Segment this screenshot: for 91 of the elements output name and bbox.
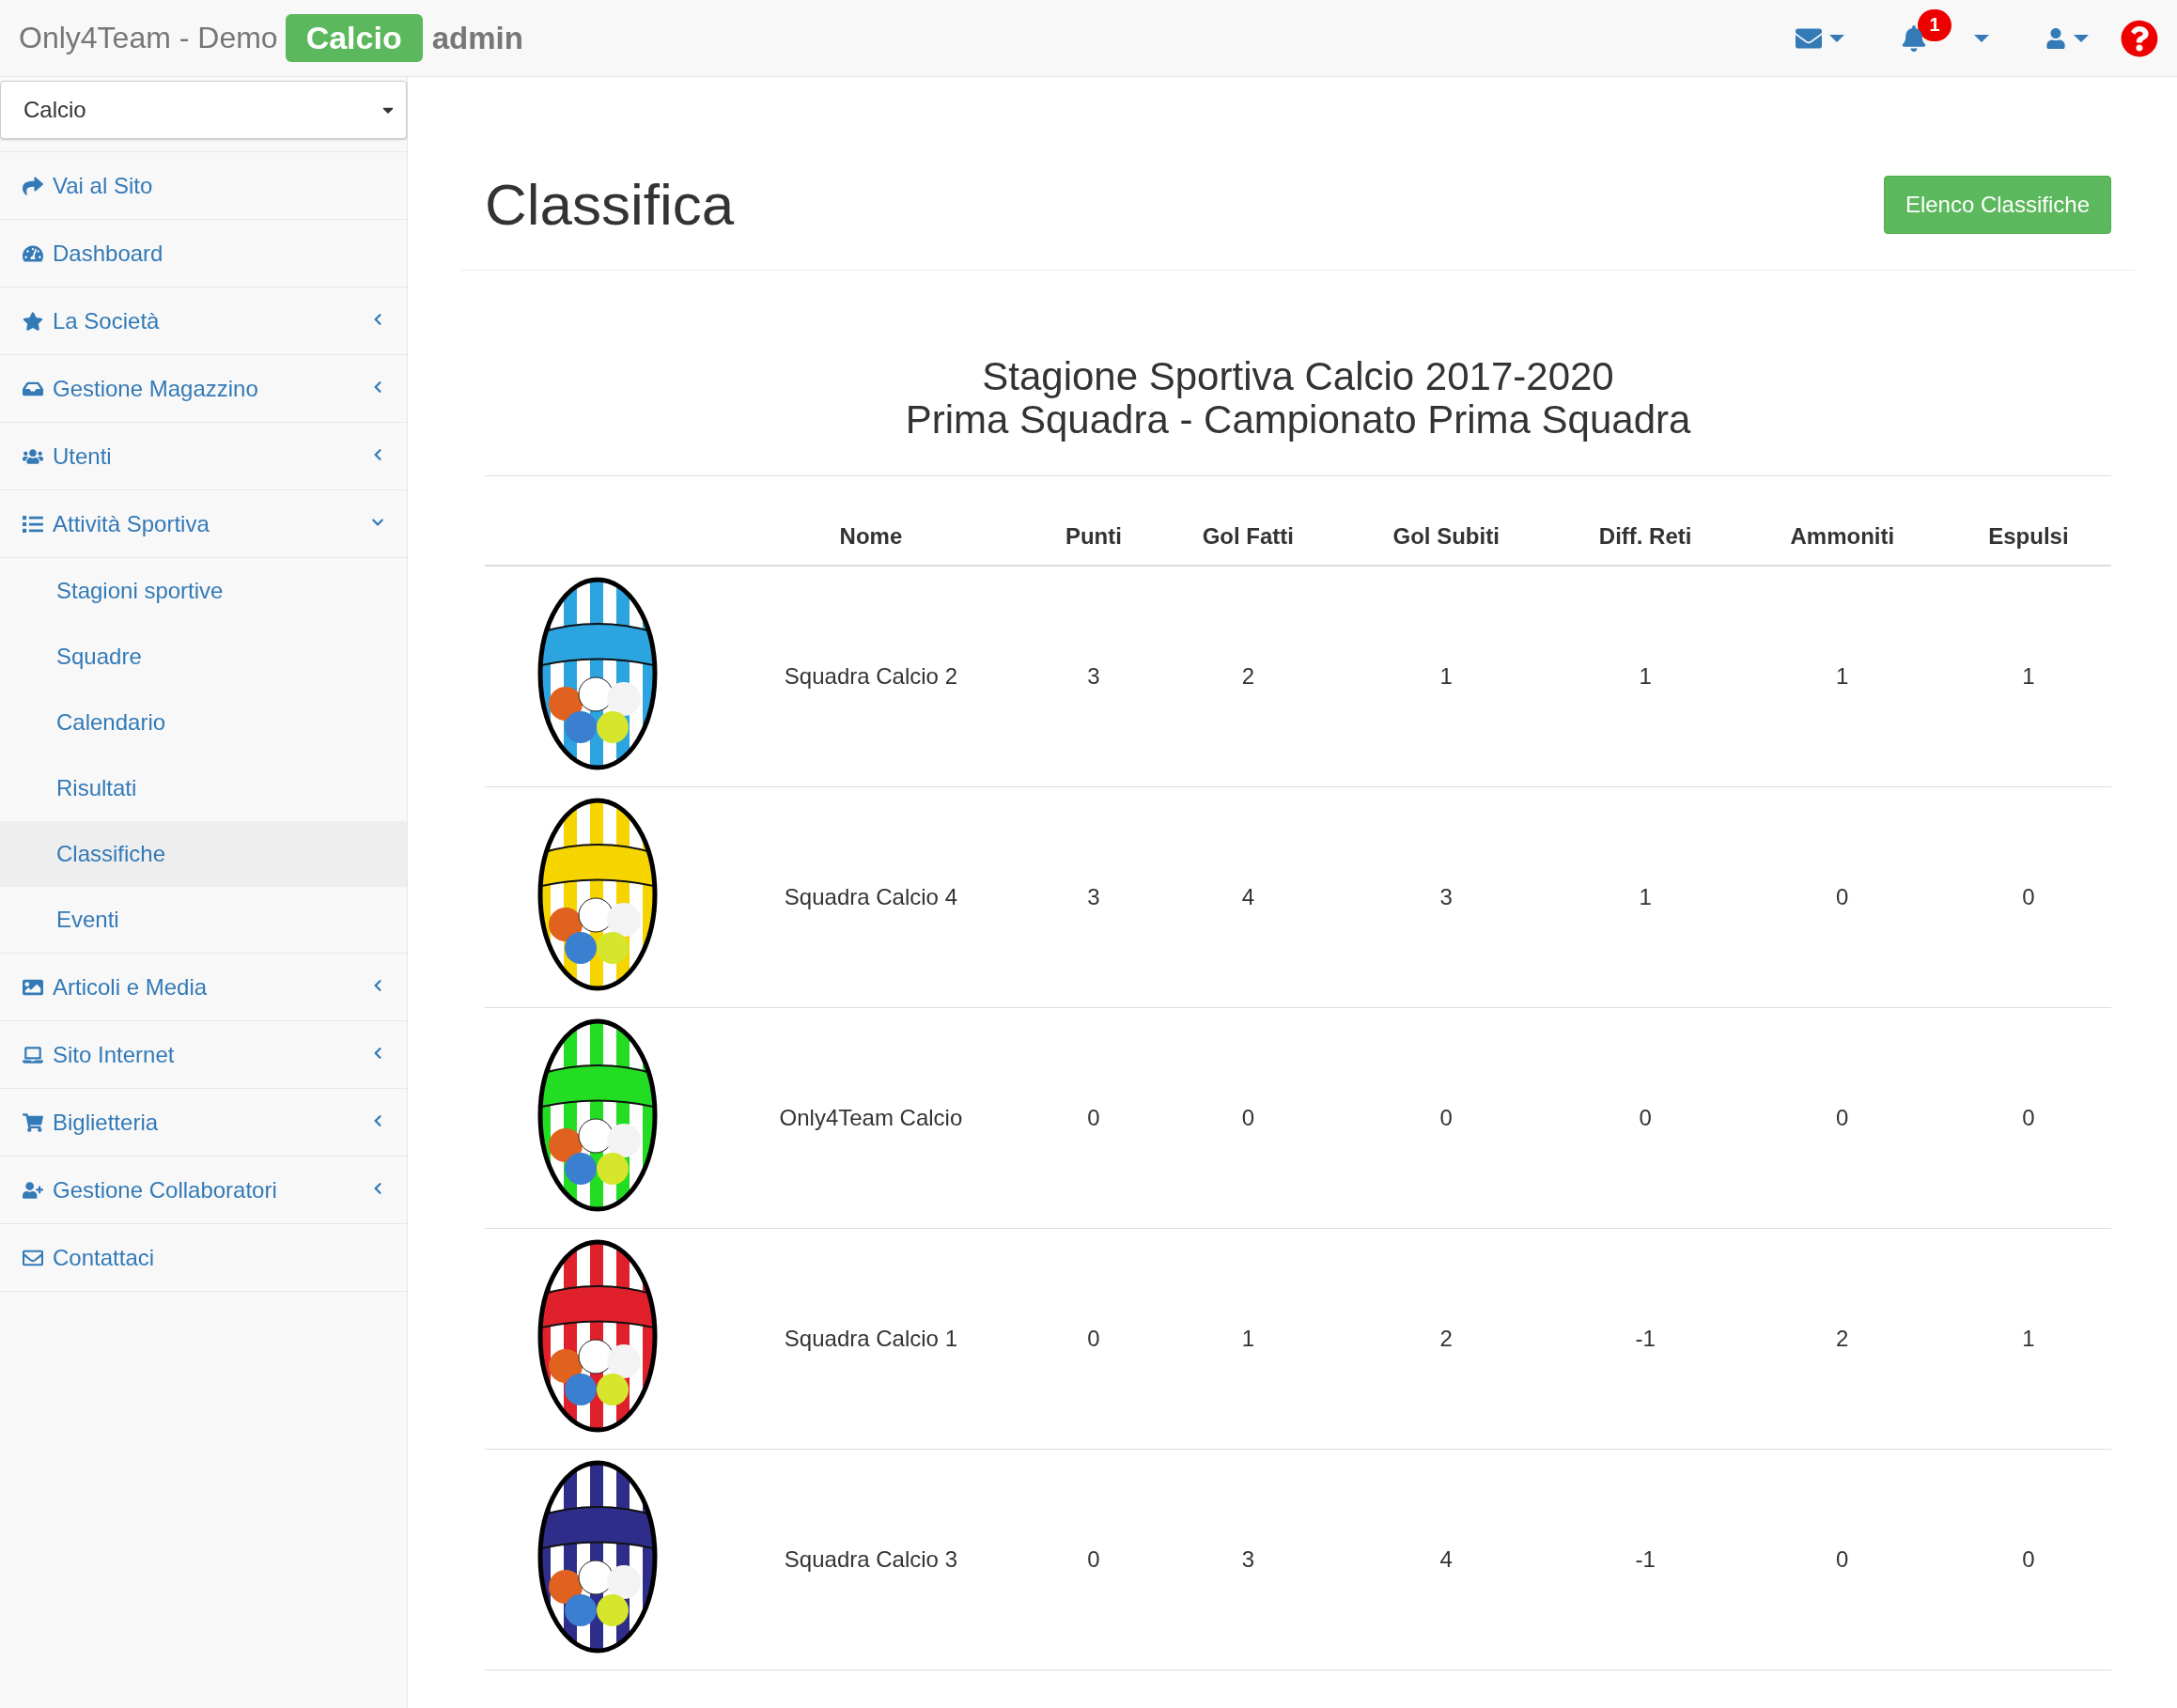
table-cell: 0 (1031, 1449, 1156, 1669)
column-header: Gol Subiti (1340, 475, 1552, 566)
table-cell: 0 (1551, 1007, 1739, 1228)
table-cell: 0 (1340, 1007, 1552, 1228)
table-cell: 0 (1945, 1449, 2111, 1669)
table-cell: -1 (1551, 1449, 1739, 1669)
sidebar-item[interactable]: Gestione Magazzino (0, 355, 407, 423)
table-cell: 3 (1031, 786, 1156, 1007)
sidebar-item[interactable]: Contattaci (0, 1224, 407, 1292)
table-cell: 4 (1155, 786, 1341, 1007)
caret-icon (2074, 34, 2089, 42)
table-cell: Squadra Calcio 4 (710, 786, 1032, 1007)
column-header: Gol Fatti (1155, 475, 1341, 566)
table-cell: 0 (1031, 1007, 1156, 1228)
table-cell: 1 (1340, 566, 1552, 786)
table-cell: 2 (1155, 566, 1341, 786)
share-arrow-icon (23, 175, 43, 196)
table-cell: 1 (1551, 786, 1739, 1007)
table-cell: 2 (1738, 1228, 1946, 1449)
table-cell: Only4Team Calcio (710, 1007, 1032, 1228)
menu-label: Dashboard (53, 240, 163, 267)
sidebar-item[interactable]: Attività Sportiva (0, 490, 407, 558)
menu-label: Attività Sportiva (53, 510, 210, 537)
page-title: Classifica (485, 171, 735, 238)
submenu-item[interactable]: Classifiche (0, 821, 407, 887)
submenu-item[interactable]: Eventi (0, 887, 407, 953)
sidebar-item[interactable]: Utenti (0, 423, 407, 490)
submenu-item[interactable]: Risultati (0, 755, 407, 821)
table-cell: 0 (1738, 786, 1946, 1007)
section-badge: Calcio (285, 14, 423, 62)
menu-label: Articoli e Media (53, 973, 208, 1001)
user-name: admin (431, 20, 523, 56)
user-icon (2045, 27, 2066, 49)
menu-label: Vai al Sito (53, 172, 153, 199)
table-cell: 3 (1031, 566, 1156, 786)
laptop-icon (23, 1044, 43, 1065)
table-cell: 0 (1738, 1449, 1946, 1669)
help-icon[interactable] (2121, 19, 2158, 57)
sidebar-item[interactable]: Dashboard (0, 220, 407, 287)
table-cell: 0 (1945, 786, 2111, 1007)
table-cell: 0 (1155, 1007, 1341, 1228)
column-header: Ammoniti (1738, 475, 1946, 566)
column-header: Diff. Reti (1551, 475, 1739, 566)
sidebar-item[interactable]: Biglietteria (0, 1089, 407, 1157)
table-cell: 1 (1155, 1228, 1341, 1449)
list-icon (23, 513, 43, 535)
user-plus-icon (23, 1179, 43, 1201)
column-header: Espulsi (1945, 475, 2111, 566)
table-cell: 0 (1031, 1228, 1156, 1449)
sidebar-item[interactable]: Gestione Collaboratori (0, 1157, 407, 1224)
sidebar-item[interactable]: Articoli e Media (0, 954, 407, 1021)
table-cell: -1 (1551, 1228, 1739, 1449)
menu-label: Biglietteria (53, 1109, 159, 1136)
submenu-item[interactable]: Calendario (0, 690, 407, 755)
sidebar-item[interactable]: Sito Internet (0, 1021, 407, 1089)
brand-name[interactable]: Only4Team - Demo (19, 21, 278, 55)
sport-select[interactable]: Calcio (0, 81, 407, 139)
bell-icon (1901, 24, 1927, 52)
sidebar-item[interactable]: Vai al Sito (0, 152, 407, 220)
table-cell: 4 (1340, 1449, 1552, 1669)
menu-label: Gestione Collaboratori (53, 1176, 277, 1203)
column-header: Punti (1031, 475, 1156, 566)
table-cell: 1 (1738, 566, 1946, 786)
standings-list-button[interactable]: Elenco Classifiche (1883, 175, 2111, 234)
table-cell: 1 (1945, 566, 2111, 786)
star-icon (23, 310, 43, 332)
menu-label: Utenti (53, 443, 112, 470)
table-cell: Squadra Calcio 1 (710, 1228, 1032, 1449)
table-cell: Squadra Calcio 3 (710, 1449, 1032, 1669)
table-cell: 1 (1551, 566, 1739, 786)
table-cell: Squadra Calcio 2 (710, 566, 1032, 786)
menu-label: Sito Internet (53, 1041, 175, 1068)
table-cell: 0 (1945, 1007, 2111, 1228)
table-cell: 3 (1155, 1449, 1341, 1669)
menu-label: Gestione Magazzino (53, 375, 258, 402)
notification-count: 1 (1918, 8, 1952, 41)
sidebar-item[interactable]: La Società (0, 287, 407, 355)
caret-icon (1829, 34, 1844, 42)
submenu-item[interactable]: Stagioni sportive (0, 558, 407, 624)
menu-label: Contattaci (53, 1244, 155, 1271)
cart-icon (23, 1111, 43, 1133)
table-heading: Stagione Sportiva Calcio 2017-2020 (981, 355, 1615, 398)
submenu-item[interactable]: Squadre (0, 624, 407, 690)
table-cell: 1 (1945, 1228, 2111, 1449)
caret-icon (1974, 34, 1989, 42)
column-header: Nome (710, 475, 1032, 566)
table-cell: 2 (1340, 1228, 1552, 1449)
table-cell: 3 (1340, 786, 1552, 1007)
table-cell: 0 (1738, 1007, 1946, 1228)
menu-label: La Società (53, 307, 160, 334)
table-heading: Prima Squadra - Campionato Prima Squadra (904, 398, 1692, 442)
